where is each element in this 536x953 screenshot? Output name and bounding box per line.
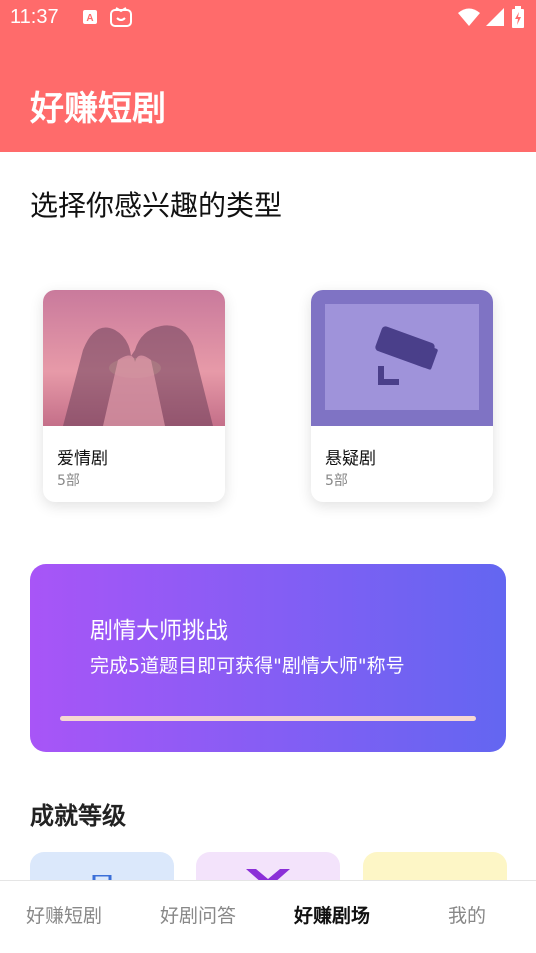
- notification-a-icon: A: [82, 9, 98, 25]
- genre-name: 爱情剧: [57, 449, 108, 469]
- heart-hands-image: [43, 290, 225, 426]
- signal-icon: [486, 8, 504, 26]
- challenge-progress-bar: [60, 716, 476, 721]
- status-bar: 11:37 A: [0, 0, 536, 36]
- achievement-section-title: 成就等级: [30, 802, 126, 830]
- app-title: 好赚短剧: [30, 89, 166, 129]
- challenge-banner[interactable]: 剧情大师挑战 完成5道题目即可获得"剧情大师"称号: [30, 564, 506, 752]
- nav-tab-drama-theater[interactable]: 好赚剧场: [294, 901, 370, 928]
- wifi-icon: [458, 8, 480, 26]
- genre-name: 悬疑剧: [325, 449, 376, 469]
- bottom-navigation: 好赚短剧 好剧问答 好赚剧场 我的: [0, 880, 536, 953]
- svg-text:A: A: [86, 13, 93, 24]
- security-camera-image: [311, 290, 493, 426]
- genre-count: 5部: [325, 473, 348, 489]
- genre-count: 5部: [57, 473, 80, 489]
- nav-tab-short-drama[interactable]: 好赚短剧: [26, 901, 102, 928]
- status-time: 11:37: [10, 6, 59, 28]
- genre-section-title: 选择你感兴趣的类型: [30, 189, 283, 222]
- genre-card-suspense[interactable]: 悬疑剧 5部: [311, 290, 493, 502]
- app-bar: 好赚短剧: [0, 36, 536, 152]
- genre-card-romance[interactable]: 爱情剧 5部: [43, 290, 225, 502]
- challenge-description: 完成5道题目即可获得"剧情大师"称号: [90, 655, 405, 677]
- nav-tab-profile[interactable]: 我的: [448, 901, 486, 928]
- tv-icon: [110, 7, 132, 27]
- challenge-title: 剧情大师挑战: [90, 618, 228, 644]
- battery-charging-icon: [512, 6, 524, 28]
- nav-tab-drama-quiz[interactable]: 好剧问答: [160, 901, 236, 928]
